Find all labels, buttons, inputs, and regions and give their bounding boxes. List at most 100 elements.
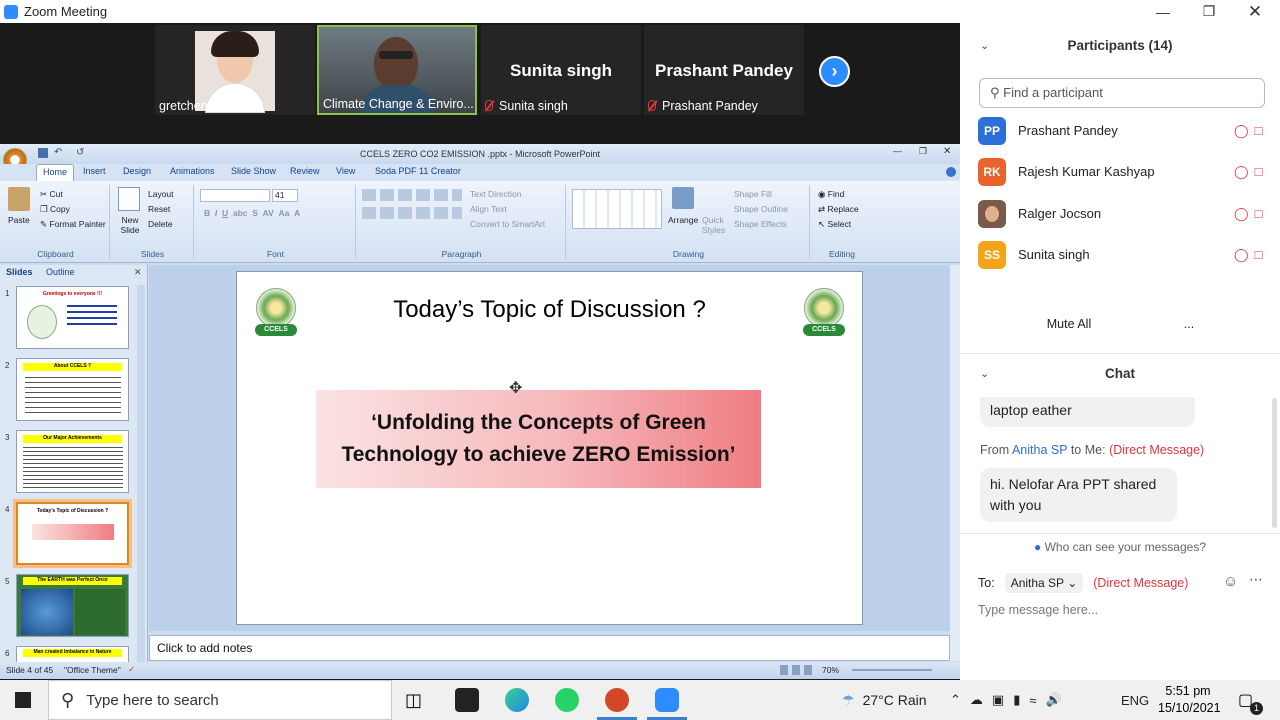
zoom-slider[interactable]	[852, 669, 932, 671]
chat-message-input[interactable]: Type message here...	[978, 603, 1098, 617]
tab-outline[interactable]: Outline	[46, 267, 75, 277]
language-indicator[interactable]: ENG	[1121, 680, 1149, 720]
banner-line: ‘Unfolding the Concepts of Green	[371, 411, 706, 434]
layout-button[interactable]: Layout	[148, 189, 174, 199]
weather-widget[interactable]: ☂ 27°C Rain	[842, 680, 927, 720]
windows-start-icon[interactable]	[15, 692, 31, 708]
next-page-button[interactable]: ›	[819, 56, 850, 87]
more-options-button[interactable]: ...	[1176, 311, 1202, 337]
video-tile[interactable]: gretchen liboon	[155, 25, 315, 115]
notes-pane[interactable]: Click to add notes	[149, 635, 950, 661]
clock[interactable]: 5:51 pm 15/10/2021	[1158, 683, 1221, 717]
convert-smartart-button[interactable]: Convert to SmartArt	[470, 219, 545, 229]
participant-row[interactable]: RK Rajesh Kumar Kashyap ◯ □	[978, 156, 1268, 188]
zoom-level[interactable]: 70%	[822, 665, 839, 675]
bold-button[interactable]: B I U abc S AV Aa A	[204, 208, 300, 218]
taskbar-search[interactable]: ⚲ Type here to search	[48, 680, 392, 720]
arrange-button[interactable]: Arrange	[668, 215, 698, 225]
group-label: Paragraph	[441, 249, 482, 259]
slide-thumbnail[interactable]: Greetings to everyone !!!	[16, 286, 129, 349]
align-text-button[interactable]: Align Text	[470, 204, 507, 214]
tab-design[interactable]: Design	[123, 166, 151, 176]
font-size-select[interactable]: 41	[272, 189, 298, 202]
chevron-down-icon[interactable]: ⌄	[980, 31, 989, 61]
search-icon: ⚲	[990, 85, 1000, 100]
system-tray-icons[interactable]: ⌃ ☁ ▣ ▮ ≈ 🔊	[950, 680, 1062, 720]
select-button[interactable]: ↖ Select	[818, 219, 851, 230]
paste-icon[interactable]	[8, 187, 30, 211]
slide-banner[interactable]: ‘Unfolding the Concepts of Green Technolo…	[316, 390, 761, 488]
tab-slides[interactable]: Slides	[6, 267, 33, 277]
tab-animations[interactable]: Animations	[170, 166, 215, 176]
restore-icon[interactable]: ❐	[1186, 0, 1232, 23]
participant-row[interactable]: SS Sunita singh ◯ □	[978, 239, 1268, 271]
edge-icon[interactable]	[505, 688, 529, 712]
text-direction-button[interactable]: Text Direction	[470, 189, 522, 199]
chat-message-bubble: laptop eather	[980, 397, 1195, 427]
sender-name[interactable]: Anitha SP	[1012, 443, 1067, 457]
task-view-icon[interactable]: ◫	[405, 690, 422, 711]
video-tile-active-speaker[interactable]: Climate Change & Enviro...	[317, 25, 477, 115]
align-buttons[interactable]	[362, 207, 462, 219]
ppt-minimize-icon[interactable]: —	[893, 146, 902, 156]
ppt-restore-icon[interactable]: ❐	[919, 146, 927, 157]
whatsapp-icon[interactable]	[555, 688, 579, 712]
help-icon[interactable]	[946, 167, 956, 177]
panel-close-icon[interactable]: ✕	[134, 267, 142, 278]
replace-button[interactable]: ⇄ Replace	[818, 204, 859, 215]
arrange-icon[interactable]	[672, 187, 694, 209]
powerpoint-icon[interactable]	[605, 688, 629, 712]
chat-scrollbar[interactable]	[1272, 398, 1277, 528]
mute-all-button[interactable]: Mute All	[1034, 311, 1104, 337]
shapes-gallery[interactable]	[572, 189, 662, 229]
slide-thumbnail[interactable]: Our Major Achievements	[16, 430, 129, 493]
new-slide-icon[interactable]	[118, 187, 140, 211]
close-icon[interactable]: ✕	[1232, 0, 1278, 23]
chevron-down-icon[interactable]: ⌄	[980, 359, 989, 389]
font-name-select[interactable]	[200, 189, 270, 202]
tab-home[interactable]: Home	[36, 164, 75, 181]
ppt-close-icon[interactable]: ✕	[943, 146, 951, 157]
view-buttons[interactable]	[780, 665, 816, 675]
find-button[interactable]: ◉ Find	[818, 189, 844, 200]
chat-recipient-line: To: Anitha SP ⌄ (Direct Message)	[978, 573, 1188, 593]
quick-styles-button[interactable]: Quick Styles	[702, 215, 730, 235]
slide-scrollbar[interactable]	[950, 265, 960, 661]
slide-thumbnail[interactable]: The EARTH was Perfect Once	[16, 574, 129, 637]
avatar: RK	[978, 158, 1006, 186]
tab-review[interactable]: Review	[290, 166, 320, 176]
slide-thumbnail[interactable]: About CCELS ?	[16, 358, 129, 421]
panel-scrollbar[interactable]	[137, 285, 145, 665]
who-can-see-link[interactable]: ● Who can see your messages?	[960, 540, 1280, 554]
tab-slide-show[interactable]: Slide Show	[231, 166, 276, 176]
minimize-icon[interactable]: —	[1140, 0, 1186, 23]
slide-canvas[interactable]: CCELS CCELS Today’s Topic of Discussion …	[236, 271, 863, 625]
new-slide-button[interactable]: New Slide	[115, 215, 145, 235]
participant-row[interactable]: Ralger Jocson ◯ □	[978, 198, 1268, 230]
format-painter-button[interactable]: ✎ Format Painter	[40, 219, 106, 230]
shape-effects-button[interactable]: Shape Effects	[734, 219, 787, 229]
slide-title[interactable]: Today’s Topic of Discussion ?	[237, 296, 862, 324]
name-tile[interactable]: Prashant Pandey Prashant Pandey	[644, 25, 804, 115]
list-buttons[interactable]	[362, 189, 462, 201]
tab-insert[interactable]: Insert	[83, 166, 106, 176]
chevron-up-icon: ⌃	[950, 692, 961, 707]
reset-button[interactable]: Reset	[148, 204, 170, 214]
app-icon[interactable]	[455, 688, 479, 712]
tab-view[interactable]: View	[336, 166, 355, 176]
zoom-icon[interactable]	[655, 688, 679, 712]
shape-outline-button[interactable]: Shape Outline	[734, 204, 788, 214]
tab-soda-pdf[interactable]: Soda PDF 11 Creator	[375, 166, 461, 176]
find-participant-input[interactable]: ⚲ Find a participant	[979, 78, 1265, 108]
recipient-select[interactable]: Anitha SP ⌄	[1004, 573, 1084, 593]
shape-fill-button[interactable]: Shape Fill	[734, 189, 772, 199]
copy-button[interactable]: ❐ Copy	[40, 204, 70, 215]
slide-thumbnail-selected[interactable]: Today's Topic of Discussion ?	[13, 499, 132, 568]
delete-button[interactable]: Delete	[148, 219, 173, 229]
cut-button[interactable]: ✂ Cut	[40, 189, 63, 200]
emoji-icon[interactable]: ☺	[1223, 573, 1238, 590]
participant-row[interactable]: PP Prashant Pandey ◯ □	[978, 115, 1268, 147]
more-icon[interactable]: ⋯	[1249, 571, 1263, 588]
paste-button[interactable]: Paste	[8, 215, 30, 225]
name-tile[interactable]: Sunita singh Sunita singh	[481, 25, 641, 115]
